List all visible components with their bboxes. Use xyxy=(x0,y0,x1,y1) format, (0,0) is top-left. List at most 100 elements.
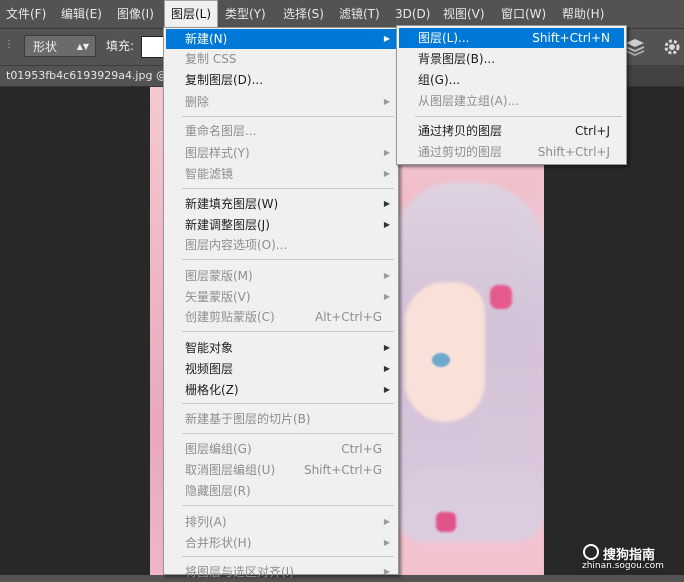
menu-separator xyxy=(182,403,394,404)
submenu-arrow-icon: ▶ xyxy=(383,343,390,352)
submenu-item-layer-via-copy[interactable]: 通过拷贝的图层 Ctrl+J xyxy=(399,121,624,141)
menu-item-layer-style[interactable]: 图层样式(Y) ▶ xyxy=(166,143,396,163)
menu-item-rasterize[interactable]: 栅格化(Z) ▶ xyxy=(166,380,396,400)
submenu-arrow-icon: ▶ xyxy=(383,199,390,208)
menu-item-label: 复制 CSS xyxy=(185,52,237,66)
submenu-arrow-icon: ▶ xyxy=(383,538,390,547)
menu-item-duplicate-layer[interactable]: 复制图层(D)... xyxy=(166,70,396,90)
menu-item-new-layer-based-slice[interactable]: 新建基于图层的切片(B) xyxy=(166,409,396,429)
submenu-item-group[interactable]: 组(G)... xyxy=(399,70,624,90)
submenu-arrow-icon: ▶ xyxy=(383,385,390,394)
submenu-arrow-icon: ▶ xyxy=(383,220,390,229)
menu-window[interactable]: 窗口(W) xyxy=(495,0,552,28)
menu-select[interactable]: 选择(S) xyxy=(277,0,330,28)
submenu-item-background-layer[interactable]: 背景图层(B)... xyxy=(399,49,624,69)
menu-item-label: 视频图层 xyxy=(185,362,234,376)
menu-type[interactable]: 类型(Y) xyxy=(219,0,272,28)
menu-separator xyxy=(182,259,394,260)
submenu-item-group-from-layers[interactable]: 从图层建立组(A)... xyxy=(399,91,624,111)
submenu-arrow-icon: ▶ xyxy=(383,292,390,301)
menu-item-label: 将图层与选区对齐(I) xyxy=(185,565,294,579)
menu-item-create-clipping-mask[interactable]: 创建剪贴蒙版(C) Alt+Ctrl+G xyxy=(166,307,396,327)
updown-arrow-icon: ▲▼ xyxy=(76,42,89,51)
menu-3d[interactable]: 3D(D) xyxy=(389,0,436,28)
menu-item-label: 智能对象 xyxy=(185,341,234,355)
menu-item-label: 从图层建立组(A)... xyxy=(418,94,520,108)
menu-item-vector-mask[interactable]: 矢量蒙版(V) ▶ xyxy=(166,287,396,307)
menu-item-group-layers[interactable]: 图层编组(G) Ctrl+G xyxy=(166,439,396,459)
menu-image[interactable]: 图像(I) xyxy=(111,0,160,28)
submenu-arrow-icon: ▶ xyxy=(383,97,390,106)
layers-stack-icon[interactable] xyxy=(624,37,646,57)
menu-item-label: 矢量蒙版(V) xyxy=(185,290,251,304)
menu-separator xyxy=(182,331,394,332)
menu-file[interactable]: 文件(F) xyxy=(0,0,52,28)
menu-item-label: 新建(N) xyxy=(185,32,228,46)
menu-item-shortcut: Shift+Ctrl+N xyxy=(532,31,610,45)
menu-item-label: 图层蒙版(M) xyxy=(185,269,253,283)
menu-item-label: 图层样式(Y) xyxy=(185,146,250,160)
shape-mode-value: 形状 xyxy=(33,40,58,54)
menu-separator xyxy=(182,433,394,434)
menu-item-new-adjustment-layer[interactable]: 新建调整图层(J) ▶ xyxy=(166,215,396,235)
menu-separator xyxy=(182,116,394,117)
menu-item-rename-layer[interactable]: 重命名图层... xyxy=(166,121,396,141)
menu-item-smart-object[interactable]: 智能对象 ▶ xyxy=(166,338,396,358)
submenu-item-layer[interactable]: 图层(L)... Shift+Ctrl+N xyxy=(399,28,624,48)
menu-item-label: 合并形状(H) xyxy=(185,536,252,550)
menu-item-label: 新建调整图层(J) xyxy=(185,218,270,232)
submenu-arrow-icon: ▶ xyxy=(383,169,390,178)
fill-label: 填充: xyxy=(106,39,135,53)
menu-item-shortcut: Ctrl+G xyxy=(341,442,382,456)
menu-item-shortcut: Ctrl+J xyxy=(575,124,610,138)
menu-view[interactable]: 视图(V) xyxy=(437,0,491,28)
menu-layer[interactable]: 图层(L) xyxy=(164,0,219,28)
menu-filter[interactable]: 滤镜(T) xyxy=(333,0,386,28)
submenu-arrow-icon: ▶ xyxy=(383,148,390,157)
layer-menu-dropdown: 新建(N) ▶ 复制 CSS 复制图层(D)... 删除 ▶ 重命名图层... … xyxy=(163,27,399,579)
watermark-url: zhinan.sogou.com xyxy=(582,561,664,571)
menu-item-shortcut: Alt+Ctrl+G xyxy=(314,310,382,324)
sogou-logo-icon xyxy=(583,544,599,560)
menu-item-shortcut: Shift+Ctrl+G xyxy=(303,463,382,477)
submenu-item-layer-via-cut[interactable]: 通过剪切的图层 Shift+Ctrl+J xyxy=(399,142,624,162)
submenu-arrow-icon: ▶ xyxy=(383,271,390,280)
menu-item-new-fill-layer[interactable]: 新建填充图层(W) ▶ xyxy=(166,194,396,214)
menu-item-ungroup-layers[interactable]: 取消图层编组(U) Shift+Ctrl+G xyxy=(166,460,396,480)
menu-item-arrange[interactable]: 排列(A) ▶ xyxy=(166,512,396,532)
menu-separator xyxy=(182,556,394,557)
menu-item-label: 新建基于图层的切片(B) xyxy=(185,412,311,426)
menu-item-label: 隐藏图层(R) xyxy=(185,484,251,498)
menu-item-layer-content-options[interactable]: 图层内容选项(O)... xyxy=(166,235,396,255)
menu-item-video-layers[interactable]: 视频图层 ▶ xyxy=(166,359,396,379)
menu-item-label: 新建填充图层(W) xyxy=(185,197,279,211)
menu-item-hide-layers[interactable]: 隐藏图层(R) xyxy=(166,481,396,501)
grip-icon[interactable]: ⋮ xyxy=(4,39,14,53)
menu-item-label: 图层(L)... xyxy=(418,31,470,45)
menu-edit[interactable]: 编辑(E) xyxy=(55,0,108,28)
menu-item-label: 通过拷贝的图层 xyxy=(418,124,503,138)
menu-item-delete[interactable]: 删除 ▶ xyxy=(166,92,396,112)
menu-item-label: 图层内容选项(O)... xyxy=(185,238,288,252)
shape-mode-select[interactable]: 形状 ▲▼ xyxy=(24,35,96,57)
submenu-arrow-icon: ▶ xyxy=(383,364,390,373)
menu-item-new[interactable]: 新建(N) ▶ xyxy=(166,29,396,49)
menu-item-label: 删除 xyxy=(185,95,210,109)
new-submenu: 图层(L)... Shift+Ctrl+N 背景图层(B)... 组(G)...… xyxy=(396,25,627,165)
menu-item-label: 栅格化(Z) xyxy=(185,383,239,397)
menu-item-label: 排列(A) xyxy=(185,515,227,529)
submenu-arrow-icon: ▶ xyxy=(383,567,390,576)
document-tab[interactable]: t01953fb4c6193929a4.jpg @ xyxy=(0,66,168,86)
menu-item-label: 复制图层(D)... xyxy=(185,73,264,87)
menu-item-shortcut: Shift+Ctrl+J xyxy=(537,145,610,159)
menu-item-align-layers-to-selection[interactable]: 将图层与选区对齐(I) ▶ xyxy=(166,562,396,582)
menu-item-layer-mask[interactable]: 图层蒙版(M) ▶ xyxy=(166,266,396,286)
menu-separator xyxy=(415,116,622,117)
menu-item-copy-css[interactable]: 复制 CSS xyxy=(166,49,396,69)
menu-item-smart-filter[interactable]: 智能滤镜 ▶ xyxy=(166,164,396,184)
menu-help[interactable]: 帮助(H) xyxy=(556,0,610,28)
menu-item-combine-shapes[interactable]: 合并形状(H) ▶ xyxy=(166,533,396,553)
gear-icon[interactable] xyxy=(662,37,682,57)
menu-item-label: 图层编组(G) xyxy=(185,442,252,456)
submenu-arrow-icon: ▶ xyxy=(383,34,390,43)
